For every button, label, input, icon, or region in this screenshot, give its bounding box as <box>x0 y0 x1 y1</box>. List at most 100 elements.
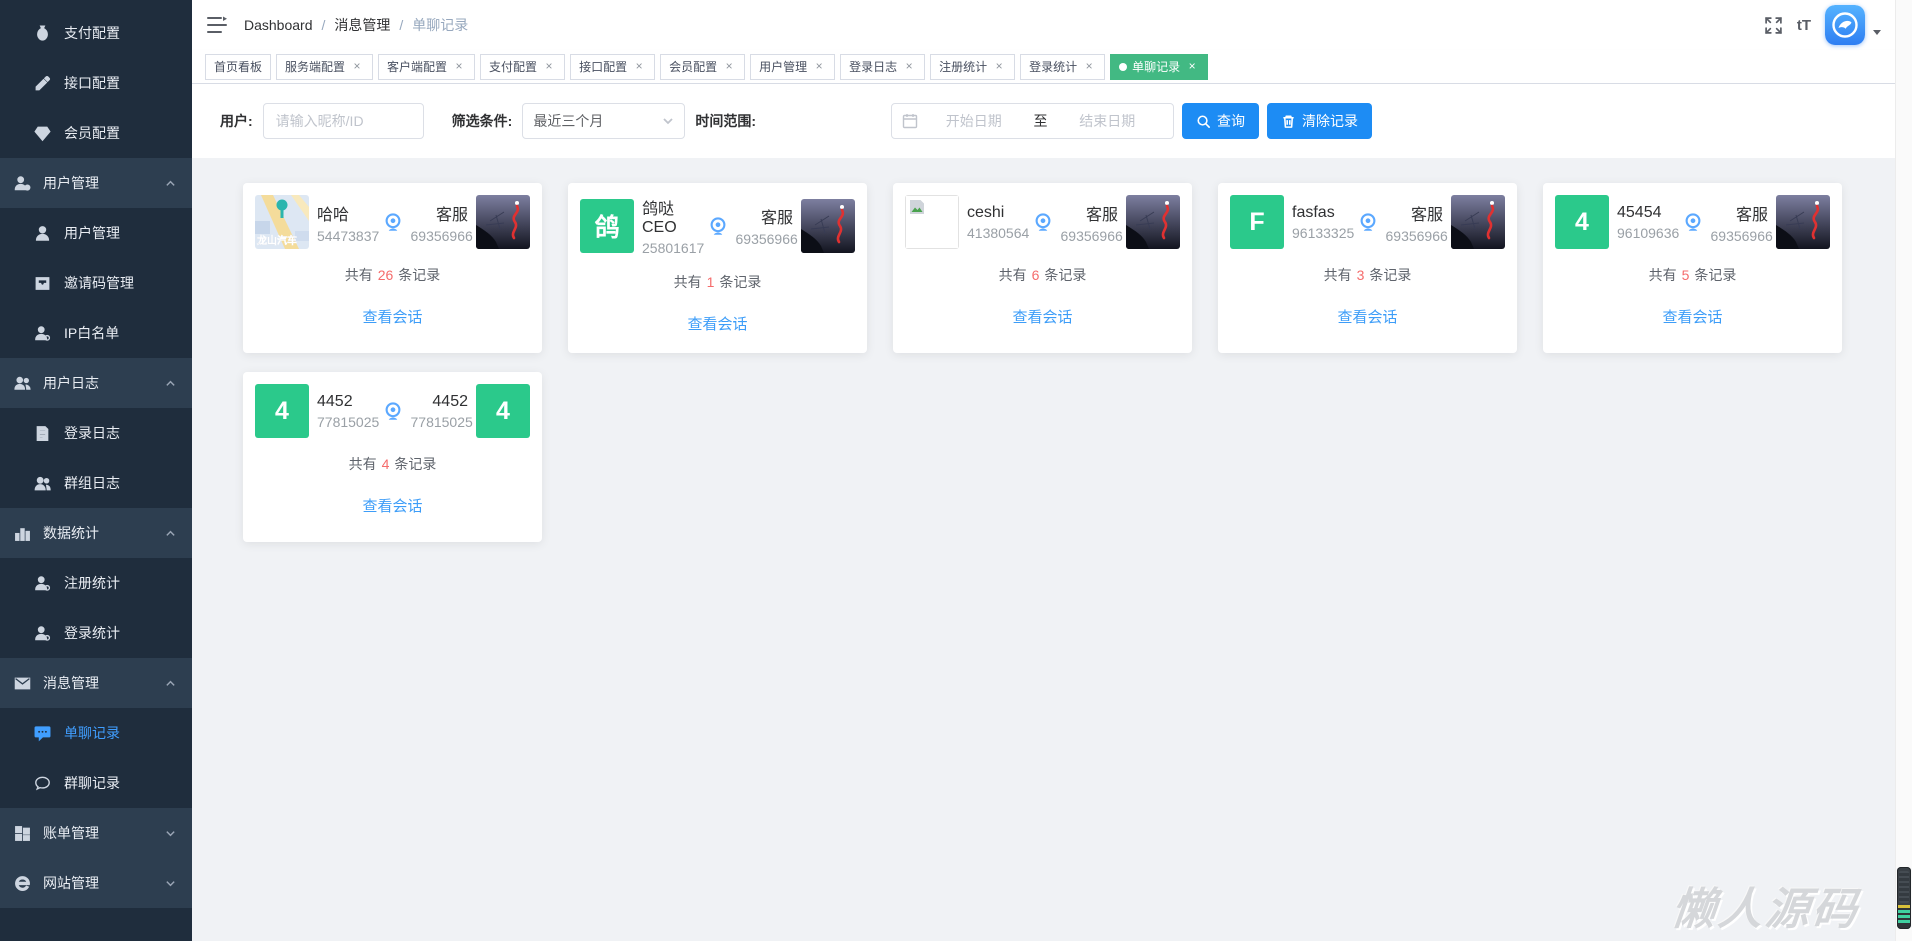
sidebar-item-register-stats[interactable]: 注册统计 <box>0 558 192 608</box>
close-icon[interactable]: × <box>722 60 736 74</box>
user-id: 69356966 <box>1386 228 1444 244</box>
query-button[interactable]: 查询 <box>1182 103 1259 139</box>
sidebar-section-user-log[interactable]: 用户日志 <box>0 358 192 408</box>
main-area: Dashboard / 消息管理 / 单聊记录 tT 首页看板 服务端配置 <box>192 0 1895 941</box>
session-target-icon <box>1033 211 1053 233</box>
sidebar-item-single-chat-record[interactable]: 单聊记录 <box>0 708 192 758</box>
close-icon[interactable]: × <box>350 60 364 74</box>
photo-avatar <box>476 195 530 249</box>
sidebar-item-group-log[interactable]: 群组日志 <box>0 458 192 508</box>
end-date-placeholder[interactable]: 结束日期 <box>1052 111 1164 131</box>
tags-view-bar: 首页看板 服务端配置 × 客户端配置 × 支付配置 × 接口配置 × 会员配置 … <box>192 50 1895 84</box>
photo-avatar <box>1776 195 1830 249</box>
sidebar-section-label: 用户日志 <box>43 373 99 393</box>
website-e-icon <box>14 875 31 892</box>
user-id: 54473837 <box>317 228 375 244</box>
close-icon[interactable]: × <box>1082 60 1096 74</box>
view-session-link[interactable]: 查看会话 <box>1555 306 1830 327</box>
user-badge-icon <box>34 575 51 592</box>
view-session-link[interactable]: 查看会话 <box>1230 306 1505 327</box>
clear-records-button[interactable]: 清除记录 <box>1267 103 1372 139</box>
user-id: 69356966 <box>1711 228 1769 244</box>
user-menu-caret-icon[interactable] <box>1873 30 1881 35</box>
breadcrumb-item[interactable]: 消息管理 <box>334 15 390 35</box>
sidebar-section-user-management[interactable]: 用户管理 <box>0 158 192 208</box>
document-log-icon <box>34 425 51 442</box>
search-icon <box>1196 114 1211 129</box>
record-count: 共有5条记录 <box>1555 265 1830 285</box>
chat-record-card: ceshi 41380564 客服 69356966 共有6条记录 查看会话 <box>893 183 1192 353</box>
navbar-actions: tT <box>1764 5 1881 45</box>
condition-select[interactable]: 最近三个月 <box>522 103 685 139</box>
sidebar-item-login-log[interactable]: 登录日志 <box>0 408 192 458</box>
tab-client-config[interactable]: 客户端配置 × <box>378 54 475 80</box>
font-size-icon[interactable]: tT <box>1797 17 1811 34</box>
map-avatar: 龙山汽车 <box>255 195 309 249</box>
time-range-label: 时间范围: <box>695 111 756 131</box>
user-id: 77815025 <box>411 414 469 430</box>
close-icon[interactable]: × <box>902 60 916 74</box>
green-letter-avatar: 4 <box>476 384 530 438</box>
sidebar-item-group-chat-record[interactable]: 群聊记录 <box>0 758 192 808</box>
sidebar-item-user-management[interactable]: 用户管理 <box>0 208 192 258</box>
fullscreen-icon[interactable] <box>1764 16 1783 35</box>
record-count-number: 3 <box>1352 267 1370 283</box>
sidebar-section-message-management[interactable]: 消息管理 <box>0 658 192 708</box>
sidebar-item-payment-config[interactable]: 支付配置 <box>0 8 192 58</box>
close-icon[interactable]: × <box>992 60 1006 74</box>
breadcrumb-item[interactable]: Dashboard <box>244 17 313 33</box>
close-icon[interactable]: × <box>632 60 646 74</box>
sidebar-item-member-config[interactable]: 会员配置 <box>0 108 192 158</box>
close-icon[interactable]: × <box>542 60 556 74</box>
sidebar-item-login-stats[interactable]: 登录统计 <box>0 608 192 658</box>
tab-payment-config[interactable]: 支付配置 × <box>480 54 565 80</box>
close-icon[interactable]: × <box>812 60 826 74</box>
sidebar-collapse-icon[interactable] <box>206 14 228 36</box>
tab-dashboard[interactable]: 首页看板 <box>205 54 271 80</box>
date-range-picker[interactable]: 开始日期 至 结束日期 <box>891 103 1174 139</box>
sidebar-item-invite-code[interactable]: 邀请码管理 <box>0 258 192 308</box>
view-session-link[interactable]: 查看会话 <box>580 313 855 334</box>
sidebar-section-label: 网站管理 <box>43 873 99 893</box>
sidebar-section-bill-management[interactable]: 账单管理 <box>0 808 192 858</box>
sidebar-item-label: 群聊记录 <box>64 773 120 793</box>
session-target-icon <box>1358 211 1378 233</box>
tab-user-management[interactable]: 用户管理 × <box>750 54 835 80</box>
tab-interface-config[interactable]: 接口配置 × <box>570 54 655 80</box>
user-badge-icon <box>34 325 51 342</box>
record-count: 共有3条记录 <box>1230 265 1505 285</box>
navbar: Dashboard / 消息管理 / 单聊记录 tT <box>192 0 1895 50</box>
sidebar-item-interface-config[interactable]: 接口配置 <box>0 58 192 108</box>
scrollbar-color-widget[interactable] <box>1897 867 1911 929</box>
sidebar-item-label: IP白名单 <box>64 323 119 343</box>
view-session-link[interactable]: 查看会话 <box>255 306 530 327</box>
condition-select-value: 最近三个月 <box>533 111 603 131</box>
tab-login-stats[interactable]: 登录统计 × <box>1020 54 1105 80</box>
view-session-link[interactable]: 查看会话 <box>905 306 1180 327</box>
tab-server-config[interactable]: 服务端配置 × <box>276 54 373 80</box>
user-search-input[interactable] <box>263 103 424 139</box>
sidebar-section-data-stats[interactable]: 数据统计 <box>0 508 192 558</box>
close-icon[interactable]: × <box>1185 60 1199 74</box>
inbox-invite-icon <box>34 275 51 292</box>
tab-member-config[interactable]: 会员配置 × <box>660 54 745 80</box>
tab-login-log[interactable]: 登录日志 × <box>840 54 925 80</box>
page-scrollbar-track[interactable] <box>1895 0 1912 941</box>
user-name: 客服 <box>736 204 794 228</box>
record-count-number: 1 <box>702 274 720 290</box>
record-count: 共有1条记录 <box>580 272 855 292</box>
content-area: 龙山汽车 哈哈 54473837 客服 69356966 共有26条记录 查看会… <box>192 158 1895 941</box>
view-session-link[interactable]: 查看会话 <box>255 495 530 516</box>
sidebar-item-ip-whitelist[interactable]: IP白名单 <box>0 308 192 358</box>
close-icon[interactable]: × <box>452 60 466 74</box>
diamond-member-icon <box>34 125 51 142</box>
tab-register-stats[interactable]: 注册统计 × <box>930 54 1015 80</box>
tab-single-chat-record-active[interactable]: 单聊记录 × <box>1110 54 1208 80</box>
sidebar-section-label: 消息管理 <box>43 673 99 693</box>
user-avatar[interactable] <box>1825 5 1865 45</box>
sidebar-item-label: 注册统计 <box>64 573 120 593</box>
start-date-placeholder[interactable]: 开始日期 <box>918 111 1030 131</box>
chat-record-card: 4 4452 77815025 4452 77815025 4 共有4条记录 查… <box>243 372 542 542</box>
group-users-icon <box>34 475 51 492</box>
sidebar-section-website-management[interactable]: 网站管理 <box>0 858 192 908</box>
